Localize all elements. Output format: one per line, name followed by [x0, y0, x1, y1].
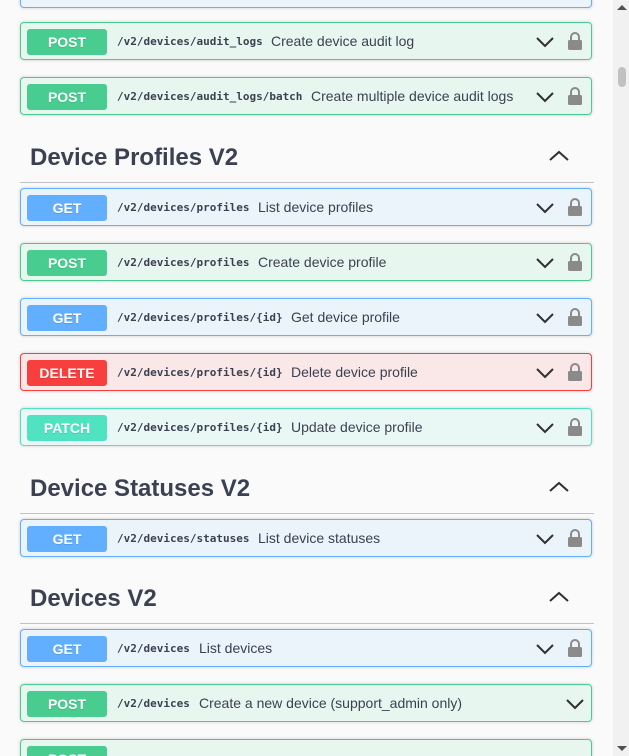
operation-get-statuses[interactable]: GET /v2/devices/statuses List device sta… — [20, 519, 592, 557]
operation-get-profiles[interactable]: GET /v2/devices/profiles List device pro… — [20, 188, 592, 226]
operation-patch-profile[interactable]: PATCH /v2/devices/profiles/{id} Update d… — [20, 408, 592, 446]
operation-summary: List device statuses — [258, 530, 381, 546]
operation-path: /v2/devices/profiles/{id} — [117, 311, 283, 324]
operation-summary: List devices — [199, 640, 273, 656]
operation-path: /v2/devices/profiles/{id} — [117, 421, 283, 434]
section-title: Devices V2 — [30, 585, 157, 612]
operation-path: /v2/devices/profiles — [117, 256, 250, 269]
section-title: Device Profiles V2 — [30, 144, 239, 171]
operation-path: /v2/devices/statuses — [117, 532, 250, 545]
lock-icon[interactable] — [567, 362, 583, 382]
chevron-down-icon[interactable] — [535, 200, 555, 216]
operation-summary: List device profiles — [258, 199, 374, 215]
chevron-down-icon[interactable] — [535, 531, 555, 547]
lock-icon[interactable] — [567, 197, 583, 217]
chevron-down-icon[interactable] — [535, 420, 555, 436]
chevron-down-icon[interactable] — [535, 89, 555, 105]
chevron-down-icon[interactable] — [535, 34, 555, 50]
operation-post-profiles[interactable]: POST /v2/devices/profiles Create device … — [20, 243, 592, 281]
operation-summary: Update device profile — [291, 419, 423, 435]
chevron-down-icon[interactable] — [535, 365, 555, 381]
chevron-down-icon[interactable] — [535, 641, 555, 657]
operation-post-audit-logs-batch[interactable]: POST /v2/devices/audit_logs/batch Create… — [20, 77, 592, 115]
chevron-down-icon[interactable] — [565, 696, 585, 712]
operation-post-audit-logs[interactable]: POST /v2/devices/audit_logs Create devic… — [20, 22, 592, 60]
method-badge: POST — [27, 691, 107, 717]
operation-path: /v2/devices — [117, 697, 190, 710]
method-badge: POST — [27, 84, 107, 110]
chevron-up-icon[interactable] — [548, 149, 570, 163]
lock-icon[interactable] — [567, 252, 583, 272]
operation-summary: Create device audit log — [271, 33, 415, 49]
scroll-down-arrow-icon[interactable] — [617, 746, 627, 751]
section-device-statuses[interactable]: Device Statuses V2 — [20, 465, 594, 514]
lock-icon[interactable] — [567, 638, 583, 658]
method-badge: POST — [27, 250, 107, 276]
chevron-down-icon[interactable] — [535, 255, 555, 271]
method-badge: GET — [27, 195, 107, 221]
method-badge: GET — [27, 636, 107, 662]
scrollbar-track[interactable] — [613, 0, 629, 756]
operation-post-devices[interactable]: POST /v2/devices Create a new device (su… — [20, 684, 592, 722]
operation-summary: Create multiple device audit logs — [311, 88, 514, 104]
operation-path: /v2/devices/profiles/{id} — [117, 366, 283, 379]
method-badge: POST — [27, 746, 107, 756]
operation-path: /v2/devices/audit_logs/batch — [117, 90, 303, 103]
lock-icon[interactable] — [567, 307, 583, 327]
chevron-up-icon[interactable] — [548, 480, 570, 494]
method-badge: PATCH — [27, 415, 107, 441]
method-badge: GET — [27, 305, 107, 331]
operation-row-partial[interactable] — [20, 0, 592, 8]
operation-summary: Get device profile — [291, 309, 400, 325]
operation-get-devices[interactable]: GET /v2/devices List devices — [20, 629, 592, 667]
api-operations-list: POST /v2/devices/audit_logs Create devic… — [0, 0, 613, 756]
lock-icon[interactable] — [567, 86, 583, 106]
lock-icon[interactable] — [567, 417, 583, 437]
operation-delete-profile[interactable]: DELETE /v2/devices/profiles/{id} Delete … — [20, 353, 592, 391]
operation-path: /v2/devices/profiles — [117, 201, 250, 214]
lock-icon[interactable] — [567, 528, 583, 548]
operation-row-partial-bottom[interactable]: POST — [20, 739, 592, 756]
operation-summary: Create device profile — [258, 254, 387, 270]
operation-path: /v2/devices/audit_logs — [117, 35, 263, 48]
operation-get-profile-by-id[interactable]: GET /v2/devices/profiles/{id} Get device… — [20, 298, 592, 336]
section-title: Device Statuses V2 — [30, 475, 251, 502]
lock-icon[interactable] — [567, 31, 583, 51]
operation-summary: Delete device profile — [291, 364, 418, 380]
operation-summary: Create a new device (support_admin only) — [199, 695, 463, 711]
method-badge: DELETE — [27, 360, 107, 386]
section-device-profiles[interactable]: Device Profiles V2 — [20, 134, 594, 183]
operation-path: /v2/devices — [117, 642, 190, 655]
scrollbar-thumb[interactable] — [618, 67, 626, 87]
scroll-up-arrow-icon[interactable] — [617, 5, 627, 10]
chevron-up-icon[interactable] — [548, 590, 570, 604]
method-badge: POST — [27, 29, 107, 55]
chevron-down-icon[interactable] — [535, 310, 555, 326]
method-badge: GET — [27, 526, 107, 552]
section-devices[interactable]: Devices V2 — [20, 575, 594, 624]
